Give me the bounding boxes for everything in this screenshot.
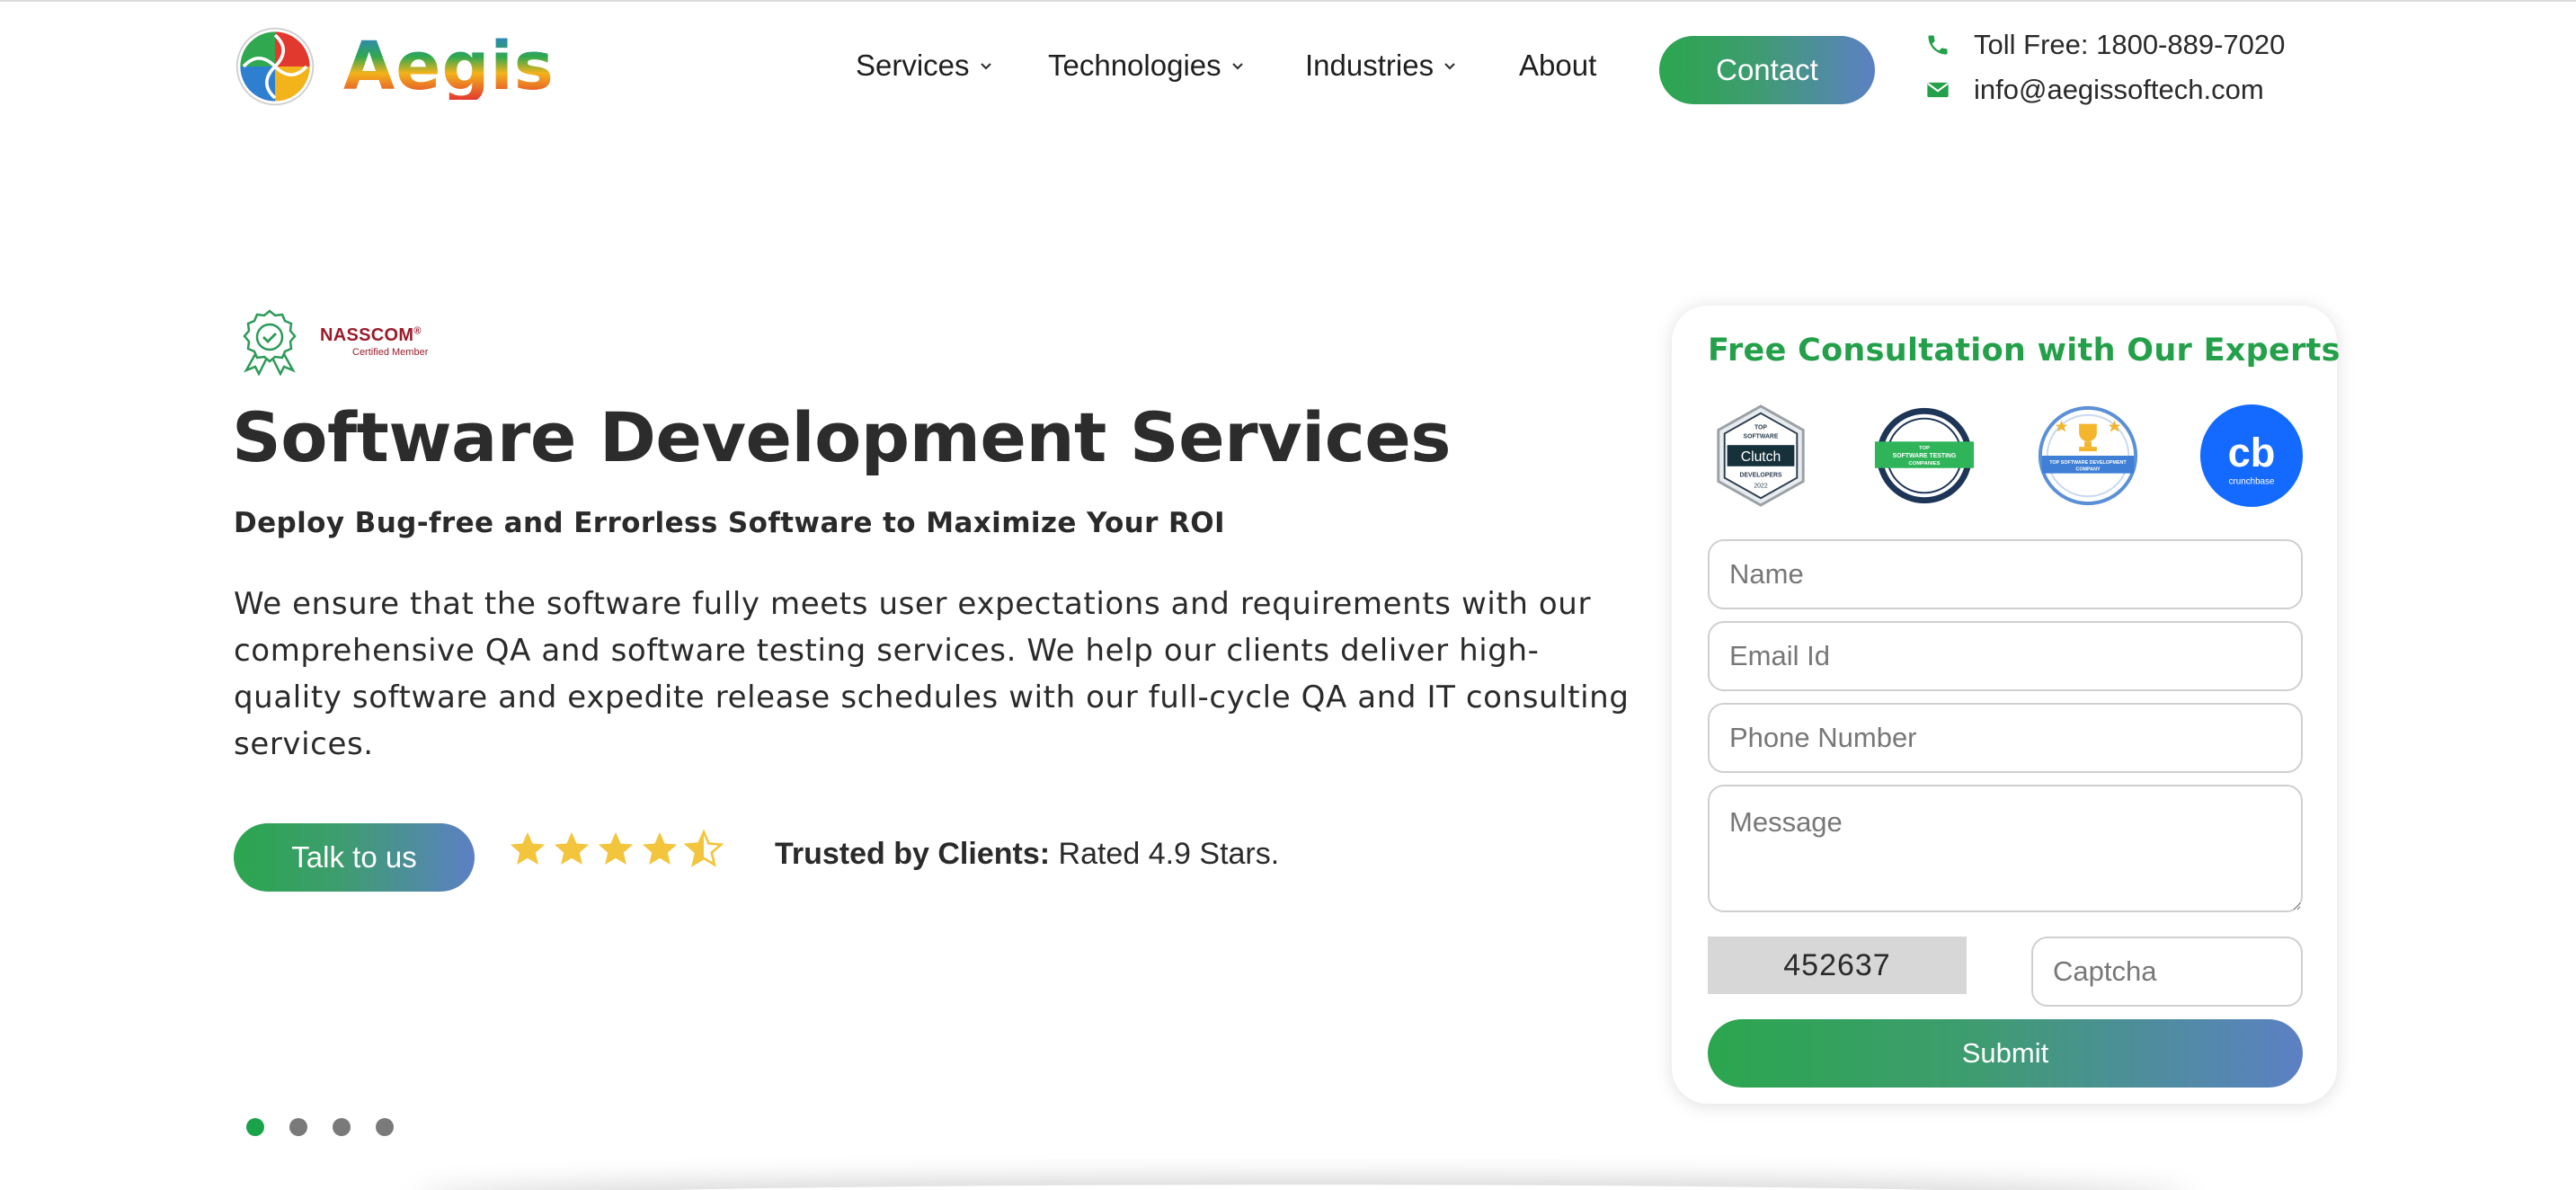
top-software-testing-companies-badge: TOP SOFTWARE TESTING COMPANIES [1874,407,1975,504]
slider-dot-1[interactable] [246,1118,264,1136]
phone-text: Toll Free: 1800-889-7020 [1974,29,2286,60]
nasscom-badge: NASSCOM® Certified Member [235,307,428,376]
top-software-development-company-badge: TOP SOFTWARE DEVELOPMENT COMPANY [2038,405,2138,506]
nav-item-technologies[interactable]: Technologies [1048,49,1245,83]
star-icon [510,831,546,866]
submit-button[interactable]: Submit [1708,1019,2303,1088]
slider-dot-2[interactable] [289,1118,307,1136]
section-divider-shadow [413,1185,2193,1190]
svg-text:cb: cb [2228,430,2276,475]
svg-text:TOP: TOP [1919,446,1930,451]
svg-text:TOP: TOP [1754,425,1767,431]
name-field[interactable] [1708,539,2303,609]
crunchbase-badge: cb crunchbase [2199,404,2304,508]
email-text: info@aegissoftech.com [1974,74,2264,105]
star-icon [554,831,590,866]
captcha-code: 452637 [1708,937,1967,994]
phone-field[interactable] [1708,703,2303,773]
email-field[interactable] [1708,621,2303,691]
logo[interactable]: Aegis [234,25,555,108]
logo-mark-icon [235,27,315,106]
email-link[interactable]: info@aegissoftech.com [1925,74,2264,106]
form-title: Free Consultation with Our Experts [1708,333,2341,369]
award-ribbon-icon [243,309,297,376]
svg-text:2022: 2022 [1754,483,1767,489]
nav-item-label: About [1519,49,1597,82]
svg-text:SOFTWARE TESTING: SOFTWARE TESTING [1893,453,1957,459]
trusted-label: Trusted by Clients: [775,837,1051,871]
star-icon [598,831,634,866]
slider-dot-3[interactable] [333,1118,351,1136]
award-badges: TOP SOFTWARE Clutch DEVELOPERS 2022 TOP … [1708,403,2305,509]
logo-wordmark: Aegis [343,28,555,105]
chevron-down-icon [1231,63,1243,70]
nasscom-subtitle: Certified Member [352,346,429,358]
svg-text:SOFTWARE: SOFTWARE [1744,433,1779,440]
nav-item-label: Services [856,49,970,82]
page-title: Software Development Services [232,397,1452,477]
nav-item-about[interactable]: About [1519,49,1596,83]
svg-text:Clutch: Clutch [1741,449,1781,465]
phone-icon [1928,35,1948,55]
clutch-badge: TOP SOFTWARE Clutch DEVELOPERS 2022 [1717,404,1805,507]
hero-description: We ensure that the software fully meets … [234,586,1630,762]
consultation-form-card: Free Consultation with Our Experts TOP S… [1672,306,2341,1104]
half-star-icon [683,829,724,867]
svg-text:crunchbase: crunchbase [2229,476,2275,486]
talk-to-us-button[interactable]: Talk to us [234,823,475,892]
slider-dots [246,1118,419,1136]
svg-text:COMPANIES: COMPANIES [1908,461,1940,466]
toll-free-phone[interactable]: Toll Free: 1800-889-7020 [1925,29,2285,61]
nasscom-title: NASSCOM® [320,324,422,345]
contact-button[interactable]: Contact [1659,36,1875,104]
chevron-down-icon [1444,63,1455,70]
trusted-rating-text: Trusted by Clients: Rated 4.9 Stars. [775,837,1279,872]
nav-item-services[interactable]: Services [856,49,993,83]
captcha-field[interactable] [2031,937,2303,1007]
nav-item-industries[interactable]: Industries [1305,49,1457,83]
message-field[interactable] [1708,785,2303,912]
chevron-down-icon [980,63,991,70]
rating-text: Rated 4.9 Stars. [1058,837,1280,871]
envelope-icon [1927,82,1949,98]
nav-item-label: Industries [1305,49,1435,82]
star-rating [507,829,727,870]
svg-text:TOP SOFTWARE DEVELOPMENT: TOP SOFTWARE DEVELOPMENT [2049,460,2127,466]
star-icon [642,831,678,866]
nav-item-label: Technologies [1048,49,1221,82]
svg-text:DEVELOPERS: DEVELOPERS [1740,473,1782,479]
hero-subtitle: Deploy Bug-free and Errorless Software t… [234,507,1225,539]
slider-dot-4[interactable] [376,1118,394,1136]
svg-text:COMPANY: COMPANY [2075,467,2101,473]
